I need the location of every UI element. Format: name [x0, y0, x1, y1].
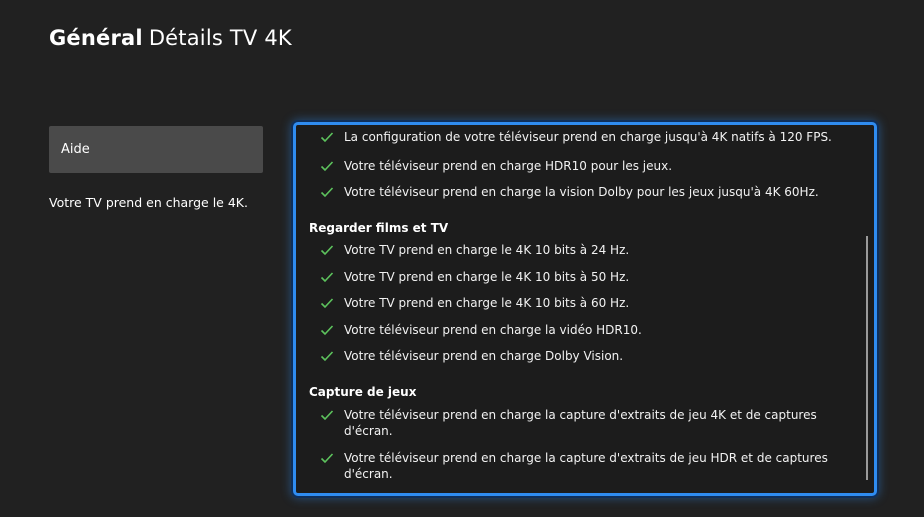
page-header: Général Détails TV 4K [49, 26, 292, 50]
list-item: Votre téléviseur prend en charge HDR10 p… [320, 158, 840, 174]
list-item: Votre TV prend en charge le 4K 10 bits à… [320, 242, 840, 258]
list-item-text: La configuration de votre téléviseur pre… [344, 130, 832, 144]
list-item: Votre téléviseur prend en charge la visi… [320, 184, 840, 200]
list-item-text: Votre TV prend en charge le 4K 10 bits à… [344, 243, 630, 257]
check-icon [320, 410, 334, 421]
check-icon [320, 245, 334, 256]
list-item-text: Votre téléviseur prend en charge la visi… [344, 185, 819, 199]
list-item-text: Votre téléviseur prend en charge la capt… [344, 451, 828, 481]
list-item-text: Votre TV prend en charge le 4K 10 bits à… [344, 270, 630, 284]
list-item: Votre TV prend en charge le 4K 10 bits à… [320, 295, 840, 311]
section-heading-movies: Regarder films et TV [309, 221, 449, 235]
check-icon [320, 132, 334, 143]
breadcrumb-section: Général [49, 26, 143, 50]
check-icon [320, 351, 334, 362]
list-item: Votre téléviseur prend en charge la vidé… [320, 322, 840, 338]
check-icon [320, 272, 334, 283]
list-item-text: Votre téléviseur prend en charge la vidé… [344, 323, 642, 337]
list-item: Votre téléviseur prend en charge la capt… [320, 407, 840, 439]
list-item-text: Votre téléviseur prend en charge Dolby V… [344, 349, 624, 363]
page-title: Détails TV 4K [148, 26, 292, 50]
scrollbar[interactable] [866, 236, 868, 480]
check-icon [320, 187, 334, 198]
list-item-text: Votre téléviseur prend en charge la capt… [344, 408, 817, 438]
list-item-text: Votre téléviseur prend en charge HDR10 p… [344, 159, 673, 173]
list-item: Votre téléviseur prend en charge la capt… [320, 450, 840, 482]
check-icon [320, 161, 334, 172]
section-heading-capture: Capture de jeux [309, 385, 417, 399]
check-icon [320, 325, 334, 336]
help-button[interactable]: Aide [49, 126, 263, 173]
list-item-text: Votre TV prend en charge le 4K 10 bits à… [344, 296, 630, 310]
check-icon [320, 453, 334, 464]
list-item: Votre TV prend en charge le 4K 10 bits à… [320, 269, 840, 285]
details-panel[interactable]: La configuration de votre téléviseur pre… [293, 122, 877, 496]
list-item: La configuration de votre téléviseur pre… [320, 129, 840, 145]
help-button-label: Aide [61, 142, 90, 157]
help-description: Votre TV prend en charge le 4K. [49, 195, 248, 210]
screen: Général Détails TV 4K Aide Votre TV prend… [0, 0, 924, 517]
list-item: Votre téléviseur prend en charge Dolby V… [320, 348, 840, 364]
check-icon [320, 298, 334, 309]
